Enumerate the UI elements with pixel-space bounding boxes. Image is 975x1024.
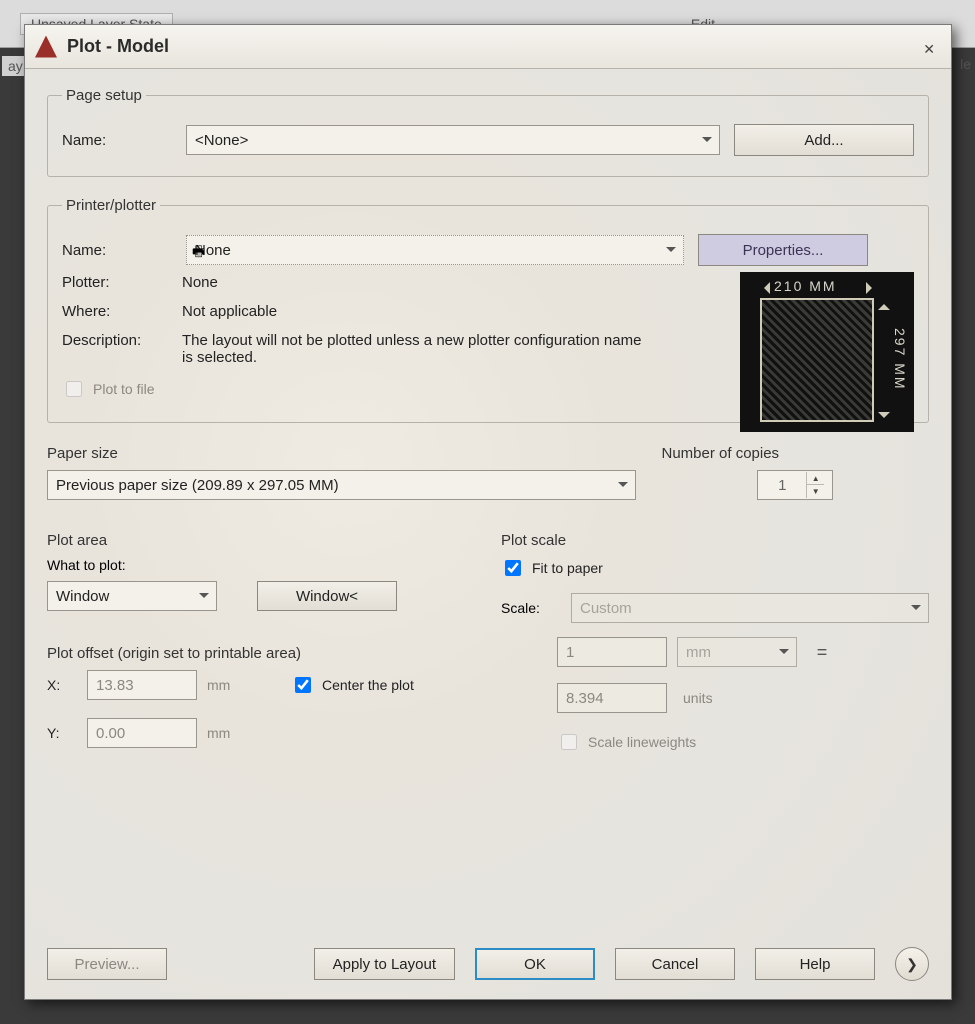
plot-to-file-label: Plot to file [93, 381, 154, 397]
plot-area-legend: Plot area [47, 532, 475, 549]
close-button[interactable]: ✕ [917, 30, 941, 64]
scale-lineweights-checkbox[interactable]: Scale lineweights [557, 731, 929, 753]
page-setup-name-label: Name: [62, 132, 172, 149]
offset-x-unit: mm [207, 677, 257, 693]
printer-legend: Printer/plotter [62, 197, 160, 214]
plotter-value: None [182, 274, 642, 291]
fit-to-paper-input[interactable] [505, 560, 521, 576]
page-setup-add-button[interactable]: Add... [734, 124, 914, 156]
copies-spinner[interactable]: ▲ ▼ [757, 470, 833, 500]
paper-width-label: 210 MM [774, 278, 837, 294]
preview-button[interactable]: Preview... [47, 948, 167, 980]
arrow-left-icon [758, 282, 770, 294]
offset-x-input[interactable] [87, 670, 197, 700]
plot-offset-legend: Plot offset (origin set to printable are… [47, 645, 475, 662]
equals-sign: = [807, 642, 837, 663]
page-setup-group: Page setup Name: <None> Add... [47, 87, 929, 177]
plot-to-file-input[interactable] [66, 381, 82, 397]
printer-name-label: Name: [62, 242, 172, 259]
bg-right-fragment: le [960, 56, 971, 72]
plot-scale-legend: Plot scale [501, 532, 929, 549]
dialog-title: Plot - Model [67, 36, 169, 57]
plot-dialog: Plot - Model ✕ Page setup Name: <None> A… [24, 24, 952, 1000]
arrow-right-icon [866, 282, 878, 294]
paper-preview: 210 MM 297 MM [740, 272, 914, 432]
copies-value[interactable] [758, 470, 806, 500]
center-plot-checkbox[interactable]: Center the plot [291, 674, 414, 696]
description-value: The layout will not be plotted unless a … [182, 332, 642, 366]
fit-to-paper-label: Fit to paper [532, 560, 603, 576]
paper-rect-icon [760, 298, 874, 422]
arrow-up-icon [878, 298, 890, 310]
offset-y-input[interactable] [87, 718, 197, 748]
fit-to-paper-checkbox[interactable]: Fit to paper [501, 557, 929, 579]
center-plot-label: Center the plot [322, 677, 414, 693]
plotter-label: Plotter: [62, 274, 172, 291]
chevron-right-icon: ❯ [906, 956, 918, 973]
offset-y-label: Y: [47, 725, 77, 741]
printer-properties-button[interactable]: Properties... [698, 234, 868, 266]
printer-plotter-group: Printer/plotter Name: None 🖶 Properties.… [47, 197, 929, 423]
scale-denom-unit: units [677, 690, 797, 706]
arrow-down-icon [878, 412, 890, 424]
center-plot-input[interactable] [295, 677, 311, 693]
paper-size-select[interactable]: Previous paper size (209.89 x 297.05 MM) [47, 470, 636, 500]
what-to-plot-select[interactable]: Window [47, 581, 217, 611]
offset-y-unit: mm [207, 725, 257, 741]
cancel-button[interactable]: Cancel [615, 948, 735, 980]
what-to-plot-label: What to plot: [47, 557, 475, 573]
scale-select[interactable]: Custom [571, 593, 929, 623]
copies-label: Number of copies [662, 445, 930, 462]
scale-label: Scale: [501, 600, 557, 616]
description-label: Description: [62, 332, 172, 366]
printer-icon: 🖶 [192, 241, 205, 265]
ok-button[interactable]: OK [475, 948, 595, 980]
dialog-footer: Preview... Apply to Layout OK Cancel Hel… [25, 933, 951, 999]
printer-name-select[interactable]: None [186, 235, 684, 265]
titlebar: Plot - Model ✕ [25, 25, 951, 69]
more-options-button[interactable]: ❯ [895, 947, 929, 981]
page-setup-legend: Page setup [62, 87, 146, 104]
scale-numer-input[interactable] [557, 637, 667, 667]
close-icon: ✕ [923, 41, 935, 57]
apply-to-layout-button[interactable]: Apply to Layout [314, 948, 455, 980]
scale-lineweights-label: Scale lineweights [588, 734, 696, 750]
scale-denom-input[interactable] [557, 683, 667, 713]
paper-height-label: 297 MM [892, 328, 908, 391]
window-pick-button[interactable]: Window< [257, 581, 397, 611]
page-setup-name-select[interactable]: <None> [186, 125, 720, 155]
scale-numer-unit-select[interactable]: mm [677, 637, 797, 667]
where-label: Where: [62, 303, 172, 320]
where-value: Not applicable [182, 303, 642, 320]
paper-size-label: Paper size [47, 445, 636, 462]
offset-x-label: X: [47, 677, 77, 693]
spinner-up-icon[interactable]: ▲ [806, 472, 824, 485]
plot-to-file-checkbox[interactable]: Plot to file [62, 378, 154, 400]
scale-lineweights-input[interactable] [561, 734, 577, 750]
spinner-down-icon[interactable]: ▼ [806, 485, 824, 498]
autocad-icon [35, 36, 57, 58]
help-button[interactable]: Help [755, 948, 875, 980]
